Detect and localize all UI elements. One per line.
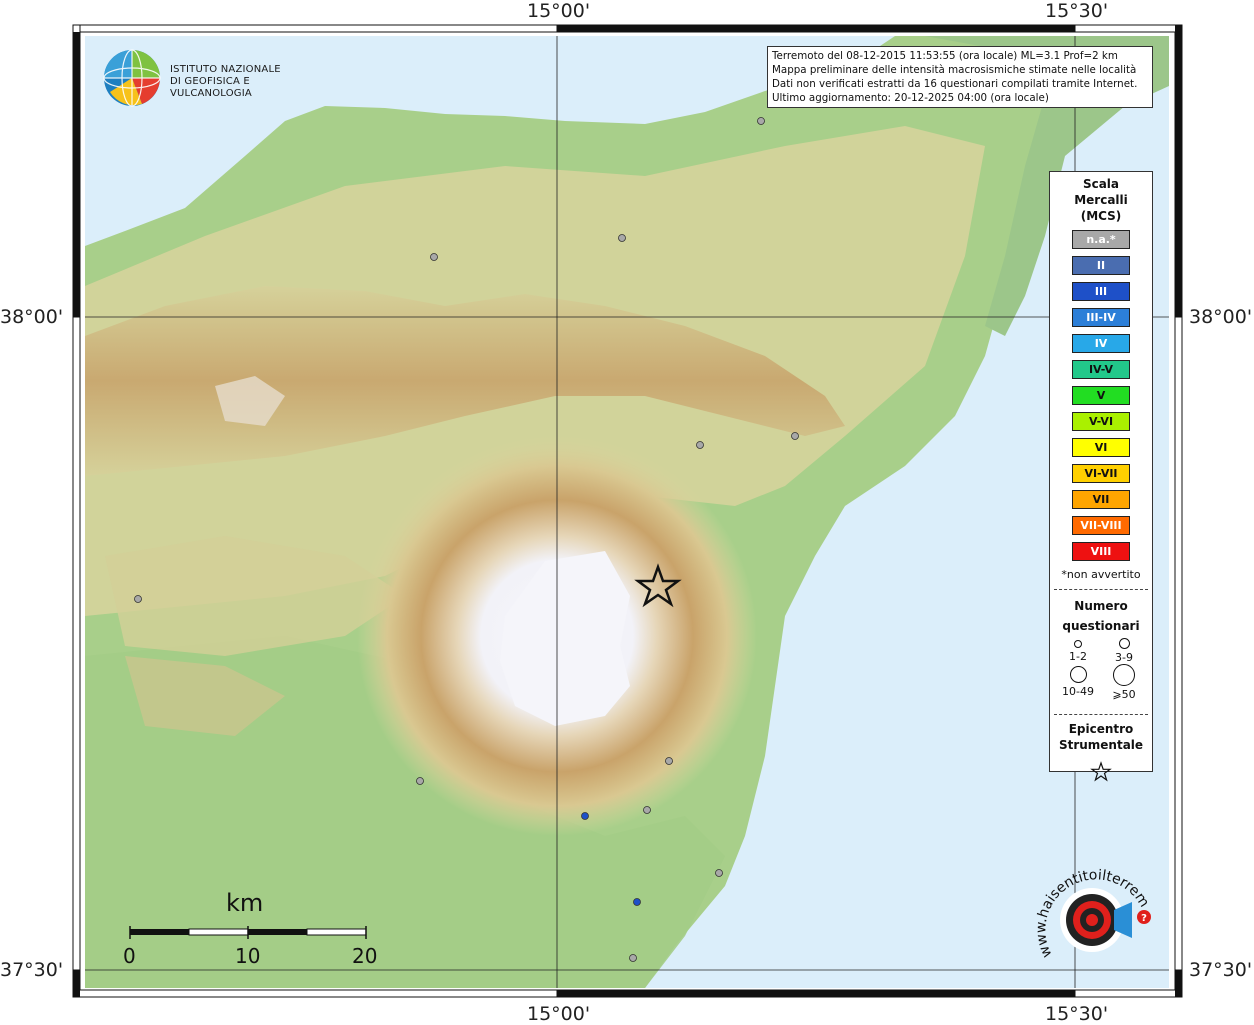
mcs-item: III — [1072, 282, 1130, 301]
mcs-item: V-VI — [1072, 412, 1130, 431]
ingv-logo[interactable]: ISTITUTO NAZIONALE DI GEOFISICA E VULCAN… — [102, 48, 322, 110]
info-line-1: Terremoto del 08-12-2015 11:53:55 (ora l… — [772, 50, 1118, 62]
na-station[interactable] — [643, 806, 651, 814]
scale-bar-unit: km — [226, 889, 264, 917]
q-circle-xlarge-icon — [1113, 664, 1135, 686]
na-station[interactable] — [430, 253, 438, 261]
legend-note: *non avvertito — [1061, 568, 1141, 581]
mcs-item: II — [1072, 256, 1130, 275]
mcs-item: IV — [1072, 334, 1130, 353]
q-circle-medium-icon — [1118, 638, 1130, 649]
na-station[interactable] — [629, 954, 637, 962]
q-size-1-2: 1-2 — [1056, 640, 1100, 663]
mcs-scale-list: n.a.* II III III-IV IV IV-V V V-VI VI VI-VII VII VI… — [1050, 230, 1152, 561]
q-label-50: ⩾50 — [1112, 688, 1136, 701]
axis-label-right-top: 38°00' — [1189, 306, 1253, 328]
na-station[interactable] — [134, 595, 142, 603]
legend-title-text: Scala Mercalli (MCS) — [1074, 177, 1128, 223]
na-station[interactable] — [696, 441, 704, 449]
star-icon — [1090, 761, 1112, 782]
epicenter-title-text: Epicentro Strumentale — [1058, 722, 1144, 752]
q-circle-small-icon — [1074, 640, 1082, 648]
info-line-2: Mappa preliminare delle intensità macros… — [772, 64, 1137, 76]
axis-label-left-top: 38°00' — [0, 306, 64, 328]
mcs-item: VI — [1072, 438, 1130, 457]
na-station[interactable] — [715, 869, 723, 877]
mcs-item: VII — [1072, 490, 1130, 509]
mcs-item: VIII — [1072, 542, 1130, 561]
scale-tick-10: 10 — [235, 944, 261, 968]
intensity-II-station[interactable] — [581, 812, 589, 820]
event-info-box: Terremoto del 08-12-2015 11:53:55 (ora l… — [767, 46, 1153, 108]
relief-map[interactable] — [85, 36, 1169, 988]
axis-label-right-bottom: 37°30' — [1189, 959, 1253, 981]
na-station[interactable] — [618, 234, 626, 242]
info-line-4: Ultimo aggiornamento: 20-12-2025 04:00 (… — [772, 92, 1049, 104]
epicenter-title: Epicentro Strumentale — [1050, 721, 1152, 753]
legend-panel: Scala Mercalli (MCS) n.a.* II III III-IV IV I… — [1049, 171, 1153, 782]
mcs-item: IV-V — [1072, 360, 1130, 379]
na-station[interactable] — [665, 757, 673, 765]
legend-separator — [1054, 589, 1148, 590]
axis-label-bottom-right: 15°30' — [1045, 1003, 1109, 1025]
questionnaires-title-text: Numero questionari — [1062, 599, 1140, 633]
haisentitoilterremoto-logo-icon: ? www.haisentitoilterremoto.it — [1028, 848, 1152, 960]
mcs-item: III-IV — [1072, 308, 1130, 327]
scale-tick-0: 0 — [123, 944, 136, 968]
haisentito-badge[interactable]: ? www.haisentitoilterremoto.it — [1028, 848, 1162, 970]
questionnaires-title: Numero questionari — [1050, 596, 1152, 636]
legend-title: Scala Mercalli (MCS) — [1050, 176, 1152, 224]
na-station[interactable] — [416, 777, 424, 785]
logo-text: ISTITUTO NAZIONALE DI GEOFISICA E VULCAN… — [170, 64, 322, 100]
na-station[interactable] — [757, 117, 765, 125]
mcs-item: VI-VII — [1072, 464, 1130, 483]
logo-line-1: ISTITUTO NAZIONALE — [170, 64, 281, 75]
scale-tick-20: 20 — [352, 944, 378, 968]
q-size-50: ⩾50 — [1102, 664, 1146, 701]
q-label-1-2: 1-2 — [1069, 650, 1087, 663]
svg-text:?: ? — [1141, 913, 1147, 924]
scale-bar — [129, 926, 367, 939]
mcs-item: VII-VIII — [1072, 516, 1130, 535]
axis-label-top-right: 15°30' — [1045, 0, 1109, 22]
intensity-II-station[interactable] — [633, 898, 641, 906]
axis-label-bottom-left: 15°00' — [527, 1003, 591, 1025]
axis-label-top-left: 15°00' — [527, 0, 591, 22]
axis-label-left-bottom: 37°30' — [0, 959, 64, 981]
q-label-3-9: 3-9 — [1115, 651, 1133, 664]
mcs-item: V — [1072, 386, 1130, 405]
q-size-3-9: 3-9 — [1102, 638, 1146, 664]
info-line-3: Dati non verificati estratti da 16 quest… — [772, 78, 1138, 90]
q-size-10-49: 10-49 — [1056, 666, 1100, 698]
legend-separator — [1054, 714, 1148, 715]
logo-line-2: DI GEOFISICA E VULCANOLOGIA — [170, 76, 252, 99]
q-label-10-49: 10-49 — [1062, 685, 1094, 698]
globe-logo-icon — [103, 49, 161, 107]
questionnaire-size-legend: 1-2 3-9 10-49 ⩾50 — [1050, 636, 1152, 701]
na-station[interactable] — [791, 432, 799, 440]
mcs-item: n.a.* — [1072, 230, 1130, 249]
q-circle-large-icon — [1069, 666, 1087, 683]
